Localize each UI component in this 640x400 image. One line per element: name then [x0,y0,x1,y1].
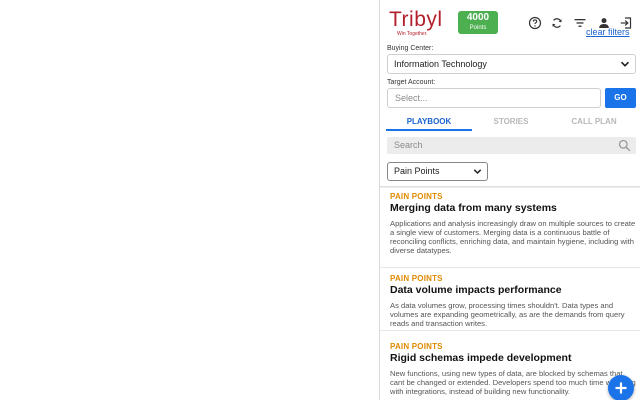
screen: Tribyl Win Together. 4000 Points clear f… [0,0,640,400]
list-item[interactable]: PAIN POINTS Rigid schemas impede develop… [380,342,640,400]
buying-center-select[interactable]: Information Technology [387,54,636,74]
filter-icon[interactable] [573,16,587,30]
tab-call-plan[interactable]: CALL PLAN [552,113,636,131]
card-title: Merging data from many systems [390,202,557,214]
points-label: Points [469,25,487,31]
search-input[interactable]: Search [387,137,636,154]
card-category: PAIN POINTS [390,274,443,283]
card-title: Data volume impacts performance [390,284,562,296]
target-account-label: Target Account: [387,79,436,86]
chevron-down-icon [619,58,631,70]
chevron-down-icon [472,166,483,177]
go-button[interactable]: GO [605,88,636,108]
panel-header: Tribyl Win Together. 4000 Points clear f… [380,0,640,42]
points-value: 4000 [466,12,490,23]
category-filter-value: Pain Points [394,166,440,176]
card-title: Rigid schemas impede development [390,352,572,364]
tribyl-logo: Tribyl [389,8,443,31]
tribyl-side-panel: Tribyl Win Together. 4000 Points clear f… [379,0,640,400]
category-filter-select[interactable]: Pain Points [387,162,488,181]
list-item[interactable]: PAIN POINTS Merging data from many syste… [380,192,640,268]
list-item[interactable]: PAIN POINTS Data volume impacts performa… [380,274,640,331]
card-description: New functions, using new types of data, … [390,369,636,396]
help-icon[interactable] [528,16,542,30]
card-description: As data volumes grow, processing times s… [390,301,625,328]
card-description: Applications and analysis increasingly d… [390,219,636,255]
list-divider [380,186,640,188]
points-badge[interactable]: 4000 Points [458,11,498,34]
refresh-icon[interactable] [550,16,564,30]
buying-center-value: Information Technology [394,59,487,69]
plus-icon [615,382,627,394]
blank-page-area [0,0,379,400]
add-button[interactable] [608,375,634,400]
clear-filters-link[interactable]: clear filters [586,27,630,38]
card-category: PAIN POINTS [390,342,443,351]
buying-center-label: Buying Center: [387,45,434,52]
search-placeholder: Search [394,140,423,150]
active-tab-indicator [386,129,472,131]
search-icon[interactable] [618,139,631,152]
target-account-input[interactable]: Select... [387,88,601,108]
logo-tagline: Win Together. [397,31,428,37]
card-category: PAIN POINTS [390,192,443,201]
tab-stories[interactable]: STORIES [472,113,550,131]
